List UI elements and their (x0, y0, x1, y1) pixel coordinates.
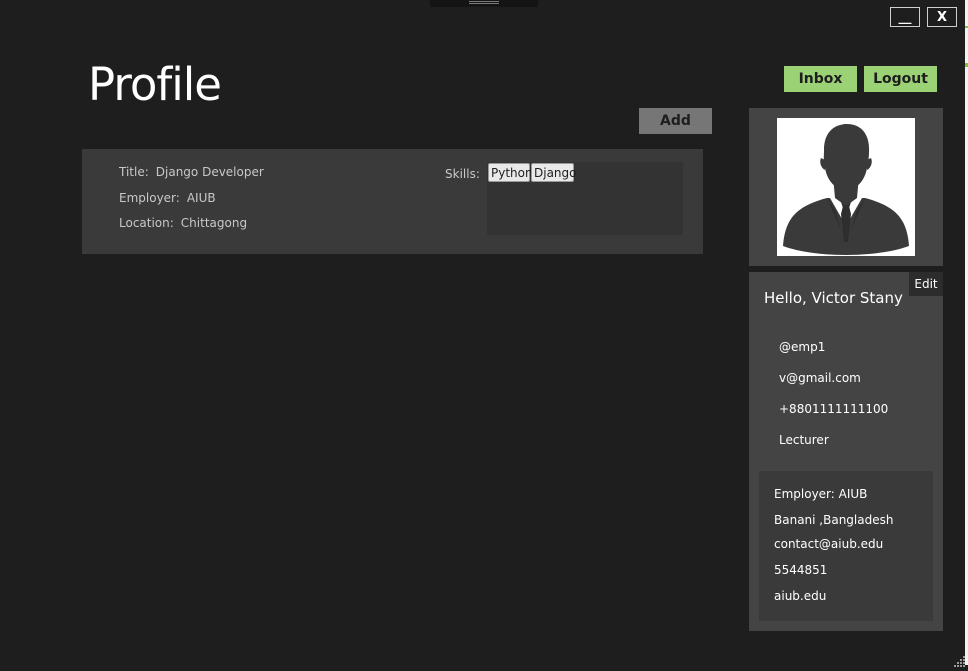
experience-location-value: Chittagong (180, 216, 248, 230)
experience-employer-value: AIUB (186, 191, 216, 205)
experience-location-key: Location: (119, 216, 174, 230)
avatar-panel (749, 108, 943, 266)
experience-card: Title: Django Developer Employer: AIUB Loc… (82, 149, 703, 254)
employer-phone: 5544851 (774, 563, 828, 577)
skill-chip-python[interactable]: Python (488, 163, 533, 182)
phone: +8801111111100 (779, 402, 889, 416)
experience-location-row: Location: Chittagong (119, 216, 247, 230)
username: @emp1 (779, 340, 826, 354)
experience-title-value: Django Developer (155, 165, 264, 179)
resize-grip-icon[interactable] (954, 652, 966, 667)
profile-info-panel: Edit Hello, Victor Stany @emp1 v@gmail.c… (749, 272, 943, 631)
employer-email: contact@aiub.edu (774, 537, 884, 551)
edit-button[interactable]: Edit (909, 272, 943, 296)
experience-title-key: Title: (119, 165, 149, 179)
email: v@gmail.com (779, 371, 861, 385)
employer-info-box: Employer: AIUB Banani ,Bangladesh contac… (759, 471, 933, 621)
greeting: Hello, Victor Stany (764, 289, 903, 307)
designation: Lecturer (779, 433, 829, 447)
employer-address: Banani ,Bangladesh (774, 513, 894, 527)
minimize-button[interactable]: __ (890, 7, 920, 27)
employer-website: aiub.edu (774, 589, 827, 603)
window-drag-handle[interactable] (430, 0, 538, 7)
skills-list: Python Django (487, 162, 683, 235)
experience-title-row: Title: Django Developer (119, 165, 264, 179)
experience-employer-key: Employer: (119, 191, 180, 205)
avatar (777, 118, 915, 256)
inbox-button[interactable]: Inbox (784, 66, 857, 92)
page-title: Profile (88, 58, 222, 111)
user-silhouette-icon (783, 124, 909, 255)
close-button[interactable]: X (927, 7, 957, 27)
add-button[interactable]: Add (639, 108, 712, 134)
employer-name: Employer: AIUB (774, 487, 868, 501)
skills-label: Skills: (445, 167, 480, 181)
skill-chip-django[interactable]: Django (531, 163, 577, 182)
logout-button[interactable]: Logout (864, 66, 937, 92)
experience-employer-row: Employer: AIUB (119, 191, 216, 205)
